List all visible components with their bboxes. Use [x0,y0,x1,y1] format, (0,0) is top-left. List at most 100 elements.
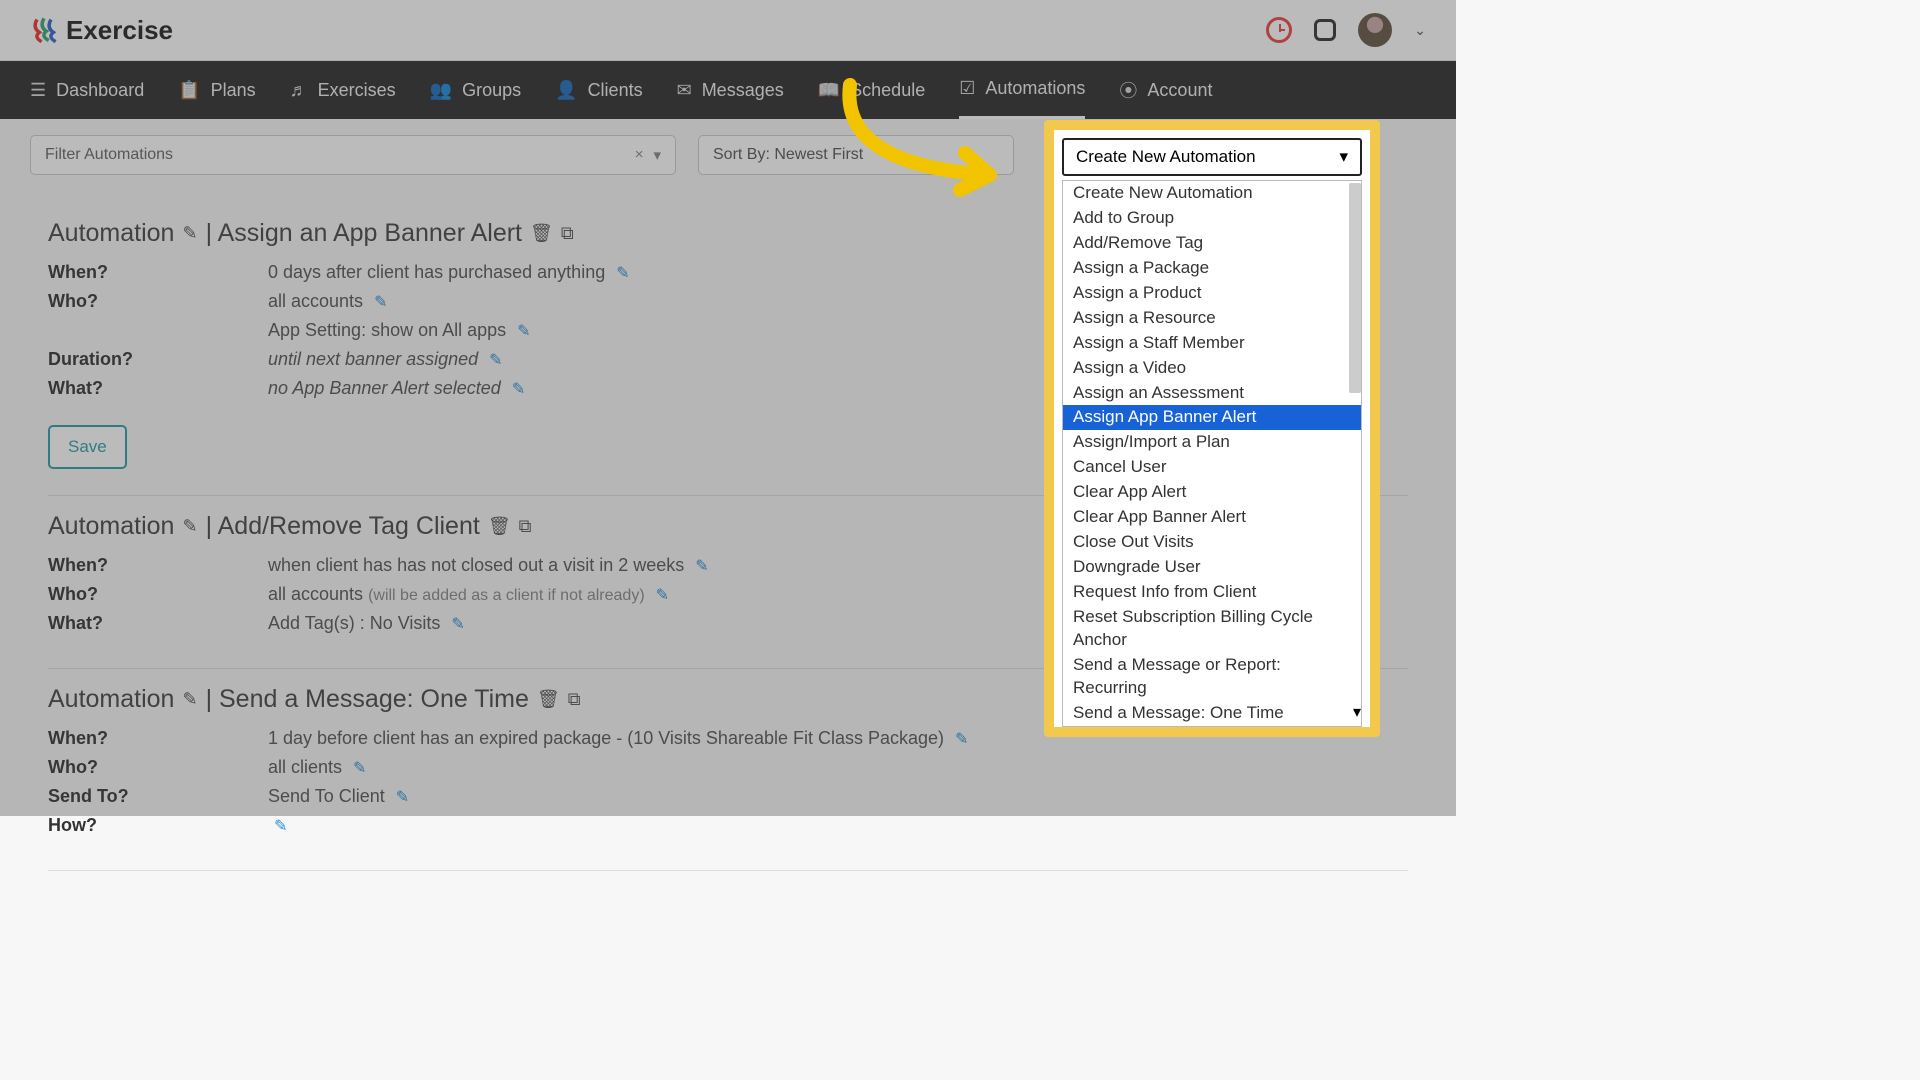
nav-label: Groups [462,80,521,101]
dropdown-item[interactable]: Assign an Assessment [1063,381,1361,406]
nav-groups[interactable]: 👥 Groups [430,61,521,119]
field-label: What? [48,613,268,634]
field-value: until next banner assigned ✎ [268,349,503,370]
dropdown-item[interactable]: Clear App Alert [1063,480,1361,505]
clock-icon[interactable] [1266,17,1292,43]
brand-icon [30,16,58,44]
filter-input[interactable]: Filter Automations × ▾ [30,135,676,175]
nav-icon: ☰ [30,80,46,101]
annotation-highlight-frame: Create New Automation ▾ Create New Autom… [1044,120,1380,737]
nav-icon: ♬ [290,80,308,101]
dropdown-item[interactable]: Add/Remove Tag [1063,231,1361,256]
dropdown-item[interactable]: Cancel User [1063,455,1361,480]
edit-icon[interactable]: ✎ [489,352,502,369]
dropdown-item[interactable]: Send a Message or Report: Recurring [1063,653,1361,701]
dropdown-item[interactable]: Reset Subscription Billing Cycle Anchor [1063,605,1361,653]
filter-caret-icon[interactable]: ▾ [653,146,661,164]
nav-plans[interactable]: 📋 Plans [178,61,255,119]
field-value: all accounts ✎ [268,291,387,312]
nav-icon: ☑ [959,78,975,99]
dropdown-item[interactable]: Clear App Banner Alert [1063,505,1361,530]
field-label: When? [48,728,268,749]
nav-label: Dashboard [56,80,144,101]
field-value: Add Tag(s) : No Visits ✎ [268,613,465,634]
edit-icon[interactable]: ✎ [182,516,197,537]
field-value: 1 day before client has an expired packa… [268,728,968,749]
field-value: all accounts (will be added as a client … [268,584,669,605]
edit-icon[interactable]: ✎ [374,294,387,311]
dropdown-item[interactable]: Add to Group [1063,206,1361,231]
trash-icon[interactable]: 🗑 [530,223,553,244]
nav-label: Exercises [318,80,396,101]
field-label: Who? [48,584,268,605]
sort-label: Sort By: Newest First [713,146,863,164]
dropdown-item[interactable]: Create New Automation [1063,181,1361,206]
edit-icon[interactable]: ✎ [616,265,629,282]
create-button-label: Create New Automation [1076,147,1256,167]
nav-schedule[interactable]: 📖Schedule [818,61,925,119]
edit-icon[interactable]: ✎ [695,558,708,575]
edit-icon[interactable]: ✎ [353,760,366,777]
trash-icon[interactable]: 🗑 [488,516,511,537]
sort-select[interactable]: Sort By: Newest First [698,135,1014,175]
copy-icon[interactable]: ⧉ [519,516,532,537]
edit-icon[interactable]: ✎ [955,731,968,748]
stop-icon[interactable] [1314,19,1336,41]
dropdown-item[interactable]: Assign/Import a Plan [1063,430,1361,455]
dropdown-item[interactable]: Assign App Banner Alert [1063,405,1361,430]
create-automation-select[interactable]: Create New Automation ▾ [1062,138,1362,176]
nav-dashboard[interactable]: ☰ Dashboard [30,61,144,119]
field-row: How? ✎ [48,815,1408,836]
dropdown-item[interactable]: Assign a Resource [1063,306,1361,331]
copy-icon[interactable]: ⧉ [561,223,574,244]
edit-icon[interactable]: ✎ [182,223,197,244]
nav-icon: 👤 [555,80,577,101]
create-dropdown-list[interactable]: Create New AutomationAdd to GroupAdd/Rem… [1062,180,1362,727]
nav-label: Plans [211,80,256,101]
field-value: App Setting: show on All apps ✎ [268,320,531,341]
edit-icon[interactable]: ✎ [396,789,409,806]
edit-icon[interactable]: ✎ [451,616,464,633]
trash-icon[interactable]: 🗑 [537,689,560,710]
avatar[interactable] [1358,13,1392,47]
nav-label: Schedule [850,80,925,101]
field-value: all clients ✎ [268,757,366,778]
edit-icon[interactable]: ✎ [656,587,669,604]
nav-icon: 📋 [178,80,200,101]
nav-label: Messages [702,80,784,101]
field-row: Who?all clients ✎ [48,757,1408,778]
create-caret-icon: ▾ [1339,147,1348,167]
nav-icon: 👥 [430,80,452,101]
edit-icon[interactable]: ✎ [512,381,525,398]
nav-messages[interactable]: ✉Messages [677,61,784,119]
nav-exercises[interactable]: ♬ Exercises [290,61,396,119]
dropdown-scroll-down-icon[interactable]: ▾ [1353,702,1361,722]
filter-placeholder: Filter Automations [45,146,173,164]
dropdown-scrollbar[interactable] [1349,183,1361,393]
field-value: when client has has not closed out a vis… [268,555,709,576]
edit-icon[interactable]: ✎ [274,818,287,835]
edit-icon[interactable]: ✎ [182,689,197,710]
dropdown-item[interactable]: Close Out Visits [1063,530,1361,555]
dropdown-item[interactable]: Assign a Package [1063,256,1361,281]
copy-icon[interactable]: ⧉ [568,689,581,710]
dropdown-item[interactable]: Send a Message: One Time [1063,701,1361,726]
field-value: Send To Client ✎ [268,786,409,807]
dropdown-item[interactable]: Downgrade User [1063,555,1361,580]
brand-logo[interactable]: Exercise [30,15,173,46]
filter-clear-icon[interactable]: × [635,146,644,164]
nav-clients[interactable]: 👤Clients [555,61,642,119]
dropdown-item[interactable]: Assign a Product [1063,281,1361,306]
field-value: ✎ [268,815,287,836]
save-button[interactable]: Save [48,425,127,469]
user-menu-caret[interactable]: ⌄ [1414,22,1426,39]
dropdown-item[interactable]: Assign a Video [1063,356,1361,381]
nav-icon: ⦿ [1119,77,1137,103]
dropdown-item[interactable]: Assign a Staff Member [1063,331,1361,356]
dropdown-item[interactable]: Request Info from Client [1063,580,1361,605]
nav-account[interactable]: ⦿Account [1119,61,1212,119]
edit-icon[interactable]: ✎ [517,323,530,340]
field-label: When? [48,262,268,283]
topbar-right: ⌄ [1266,13,1426,47]
nav-automations[interactable]: ☑Automations [959,61,1085,119]
